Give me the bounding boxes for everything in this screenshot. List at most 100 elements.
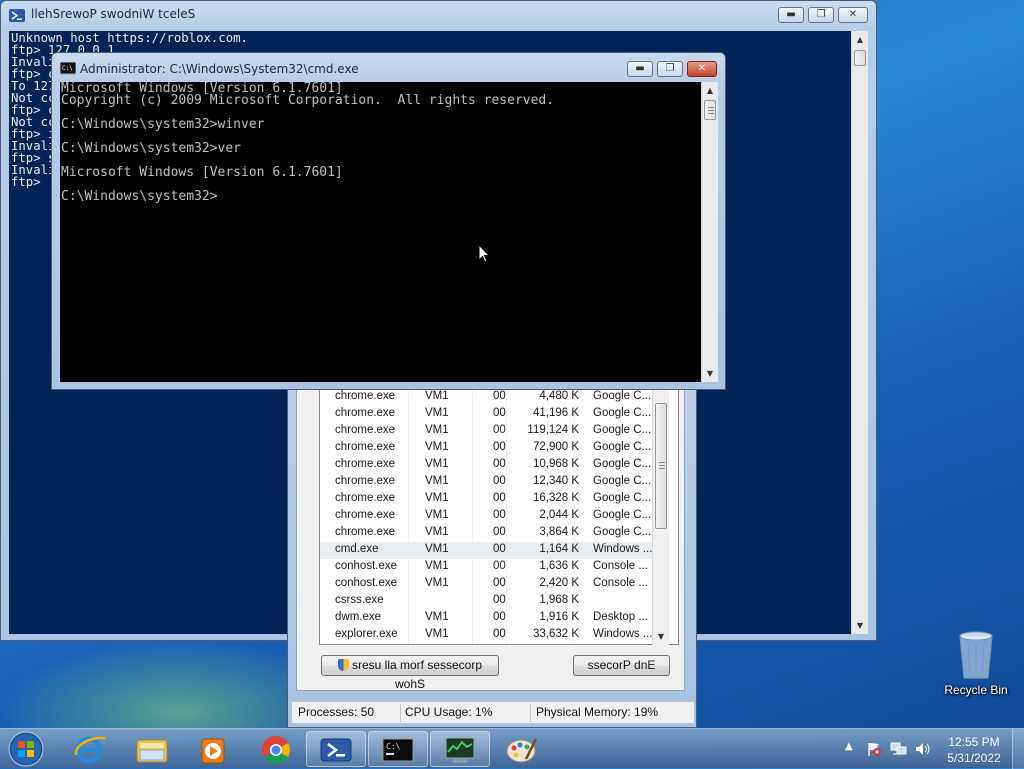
process-list-scrollbar[interactable]: ▼ <box>652 389 669 645</box>
scroll-down-arrow-icon[interactable]: ▼ <box>702 365 718 382</box>
process-row[interactable]: chrome.exe VM1 00 41,196 K Google C... <box>320 406 664 423</box>
taskbar-paint[interactable] <box>492 731 552 767</box>
internet-explorer-icon <box>74 736 106 764</box>
process-image-name: chrome.exe <box>335 390 396 402</box>
process-cpu: 00 <box>493 475 506 487</box>
cmd-line: C:\Windows\system32>ver <box>61 141 242 156</box>
scroll-thumb[interactable] <box>854 50 866 66</box>
maximize-button[interactable]: ❐ <box>657 61 683 77</box>
process-memory: 33,632 K <box>532 628 579 640</box>
powershell-titlebar[interactable]: llehSrewoP swodniW tceleS ▬ ❐ ✕ <box>1 1 876 29</box>
scroll-up-arrow-icon[interactable]: ▲ <box>702 82 718 99</box>
process-cpu: 00 <box>493 577 506 589</box>
process-cpu: 00 <box>493 407 506 419</box>
process-description: Google C... <box>593 441 652 453</box>
scroll-thumb[interactable] <box>704 100 716 120</box>
recycle-bin-label: Recycle Bin <box>944 683 1008 697</box>
powershell-icon <box>9 9 25 22</box>
cmd-titlebar[interactable]: C:\ Administrator: C:\Windows\System32\c… <box>52 53 725 81</box>
process-memory: 1,916 K <box>539 611 579 623</box>
process-user-name: VM1 <box>425 475 449 487</box>
task-manager-window[interactable]: chrome.exe VM1 00 4,480 K Google C... chrome.… <box>287 388 697 728</box>
process-user-name: VM1 <box>425 509 449 521</box>
process-row[interactable]: explorer.exe VM1 00 33,632 K Windows ... <box>320 627 664 644</box>
action-center-flag-icon[interactable] <box>866 741 882 757</box>
process-row[interactable]: chrome.exe VM1 00 16,328 K Google C... <box>320 491 664 508</box>
maximize-button[interactable]: ❐ <box>808 7 834 23</box>
cmd-scrollbar[interactable]: ▲ ▼ <box>701 82 718 382</box>
process-image-name: chrome.exe <box>335 492 396 504</box>
taskbar-cmd[interactable]: C:\ <box>368 731 428 767</box>
process-cpu: 00 <box>493 560 506 572</box>
process-row[interactable]: chrome.exe VM1 00 4,480 K Google C... <box>320 389 664 406</box>
recycle-bin-icon <box>959 631 993 679</box>
process-cpu: 00 <box>493 526 506 538</box>
show-desktop-button[interactable] <box>1012 729 1024 769</box>
process-description: Google C... <box>593 390 652 402</box>
desktop-wallpaper-flare <box>0 640 300 730</box>
restore-icon: ❐ <box>665 63 675 74</box>
show-all-users-button[interactable]: sresu lla morf sessecorp wohS <box>321 655 499 691</box>
process-row[interactable]: conhost.exe VM1 00 1,636 K Console ... <box>320 559 664 576</box>
show-all-users-label: sresu lla morf sessecorp wohS <box>351 658 483 691</box>
process-row[interactable]: chrome.exe VM1 00 72,900 K Google C... <box>320 440 664 457</box>
close-icon: ✕ <box>848 9 858 20</box>
cmd-line: Microsoft Windows [Version 6.1.7601] <box>61 165 343 180</box>
minimize-button[interactable]: ▬ <box>627 61 653 77</box>
cmd-icon: C:\ <box>60 62 76 75</box>
clock[interactable]: 12:55 PM 5/31/2022 <box>938 734 1010 766</box>
network-icon[interactable] <box>890 741 908 757</box>
volume-icon[interactable] <box>914 741 932 757</box>
process-row[interactable]: chrome.exe VM1 00 119,124 K Google C... <box>320 423 664 440</box>
minimize-button[interactable]: ▬ <box>778 7 804 23</box>
process-image-name: explorer.exe <box>335 628 398 640</box>
cmd-console[interactable]: Microsoft Windows [Version 6.1.7601] Copy… <box>60 82 701 382</box>
taskbar-powershell[interactable] <box>306 731 366 767</box>
process-memory: 2,044 K <box>539 509 579 521</box>
show-hidden-icons-chevron-icon[interactable]: ▲ <box>845 741 853 752</box>
taskbar-internet-explorer[interactable] <box>60 731 120 767</box>
scroll-down-arrow-icon[interactable]: ▼ <box>852 617 868 634</box>
taskbar-file-explorer[interactable] <box>122 731 182 767</box>
process-row[interactable]: csrss.exe 00 1,968 K <box>320 593 664 610</box>
process-row[interactable]: conhost.exe VM1 00 2,420 K Console ... <box>320 576 664 593</box>
process-image-name: chrome.exe <box>335 407 396 419</box>
process-list[interactable]: chrome.exe VM1 00 4,480 K Google C... chrome.… <box>319 389 679 645</box>
powershell-scrollbar[interactable]: ▲ ▼ <box>851 31 868 634</box>
scroll-thumb[interactable] <box>655 403 667 529</box>
process-row[interactable]: dwm.exe VM1 00 1,916 K Desktop ... <box>320 610 664 627</box>
process-image-name: chrome.exe <box>335 441 396 453</box>
process-user-name: VM1 <box>425 543 449 555</box>
process-image-name: chrome.exe <box>335 475 396 487</box>
scroll-down-arrow-icon[interactable]: ▼ <box>653 628 669 645</box>
file-explorer-icon <box>136 739 168 763</box>
process-row[interactable]: chrome.exe VM1 00 3,864 K Google C... <box>320 525 664 542</box>
taskbar-chrome[interactable] <box>246 731 306 767</box>
process-memory: 1,968 K <box>539 594 579 606</box>
process-row[interactable]: chrome.exe VM1 00 10,968 K Google C... <box>320 457 664 474</box>
taskbar-media-player[interactable] <box>184 731 244 767</box>
recycle-bin[interactable]: Recycle Bin <box>940 628 1012 700</box>
process-row[interactable]: chrome.exe VM1 00 12,340 K Google C... <box>320 474 664 491</box>
process-user-name: VM1 <box>425 441 449 453</box>
process-image-name: chrome.exe <box>335 526 396 538</box>
end-process-button[interactable]: ssecorP dnE <box>573 655 670 676</box>
minimize-icon: ▬ <box>635 63 645 74</box>
start-button[interactable] <box>6 730 46 768</box>
process-description: Windows ... <box>593 543 653 555</box>
process-row[interactable]: cmd.exe VM1 00 1,164 K Windows ... <box>320 542 664 559</box>
close-button[interactable]: ✕ <box>687 61 717 77</box>
cmd-window[interactable]: C:\ Administrator: C:\Windows\System32\c… <box>51 52 726 390</box>
status-bar: Processes: 50 CPU Usage: 1% Physical Mem… <box>292 701 694 723</box>
taskbar-task-manager[interactable] <box>430 731 490 767</box>
process-row[interactable]: chrome.exe VM1 00 2,044 K Google C... <box>320 508 664 525</box>
process-description: Google C... <box>593 407 652 419</box>
process-user-name: VM1 <box>425 577 449 589</box>
process-description: Google C... <box>593 424 652 436</box>
close-button[interactable]: ✕ <box>838 7 868 23</box>
process-image-name: chrome.exe <box>335 509 396 521</box>
process-memory: 12,340 K <box>532 475 579 487</box>
process-description: Google C... <box>593 509 652 521</box>
process-image-name: dwm.exe <box>335 611 382 623</box>
scroll-up-arrow-icon[interactable]: ▲ <box>852 31 868 48</box>
